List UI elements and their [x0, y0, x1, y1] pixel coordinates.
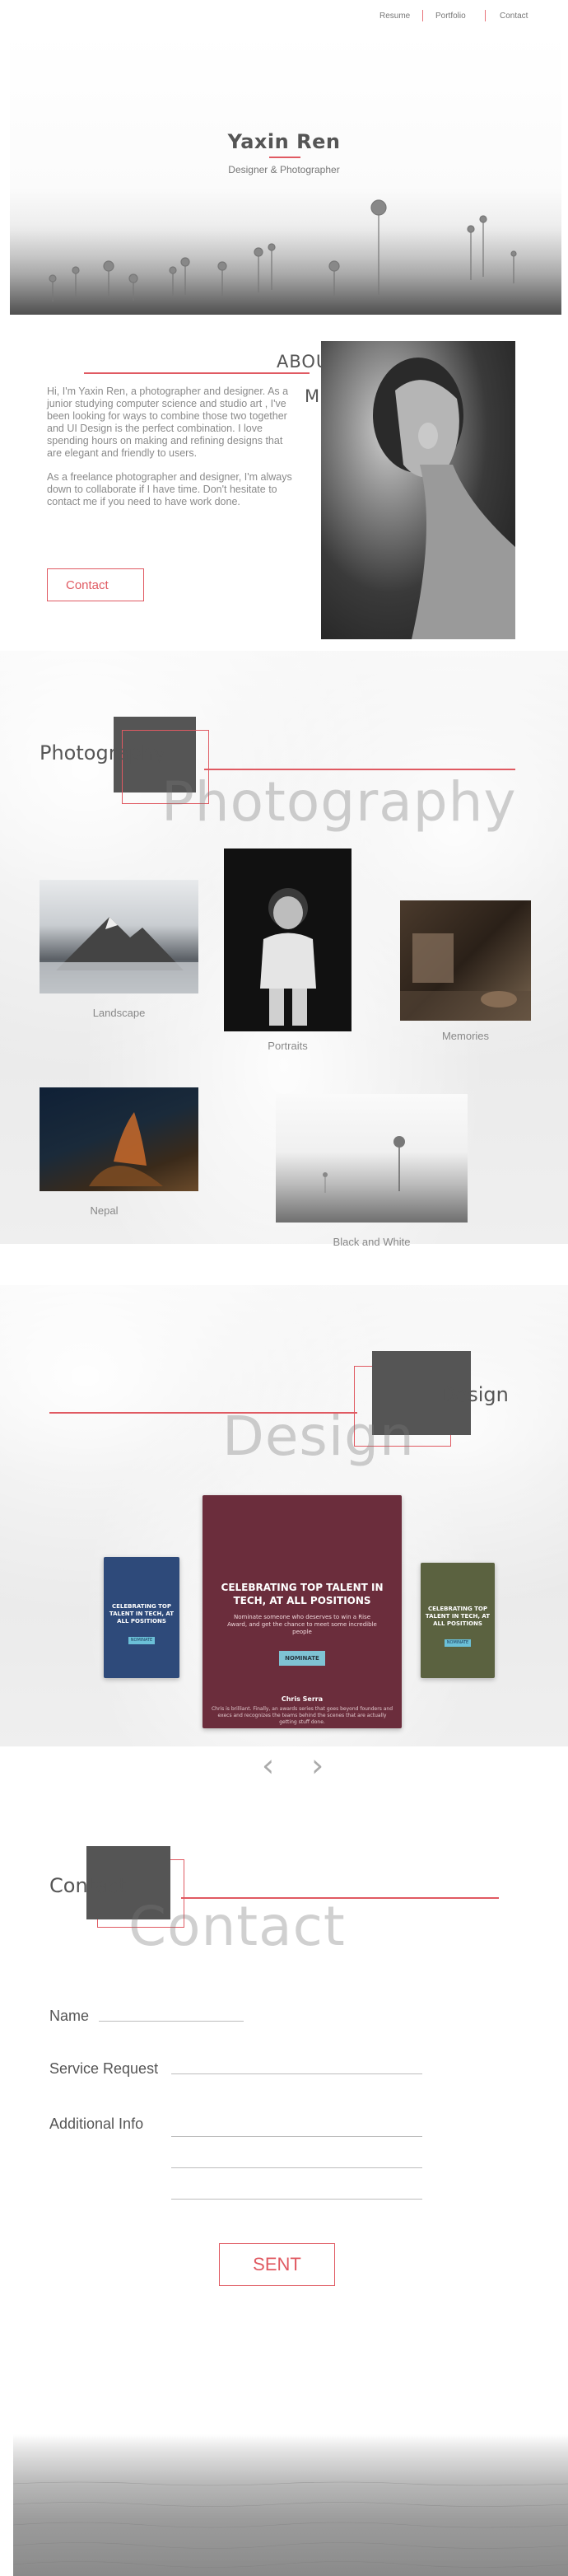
photo-memories[interactable] [400, 900, 531, 1021]
child-portrait-icon [260, 888, 316, 1026]
poster-quote: Chris is brilliant. Finally, an awards s… [211, 1706, 393, 1725]
photography-ghost-label: Photography [161, 770, 517, 834]
send-button[interactable]: SENT [219, 2243, 335, 2286]
additional-info-input[interactable] [171, 2120, 422, 2137]
photography-label: Photography [40, 741, 165, 764]
nav-resume-link[interactable]: Resume [379, 12, 410, 21]
design-ghost-label: Design [222, 1405, 415, 1468]
palm-tree-icon [323, 1136, 405, 1193]
poster-nominate-button: NOMINATE [445, 1639, 471, 1647]
poster-title: CELEBRATING TOP TALENT IN TECH, AT ALL P… [109, 1603, 175, 1625]
additional-info-label: Additional Info [49, 2115, 144, 2132]
poster-nominate-button: NOMINATE [279, 1651, 325, 1666]
design-label: Design [440, 1383, 509, 1406]
about-accent-line [84, 372, 310, 374]
about-paragraph: As a freelance photographer and designer… [47, 471, 292, 507]
poster-nominate-button: NOMINATE [128, 1637, 155, 1644]
nav-divider [485, 10, 486, 21]
carousel-prev-arrow-icon[interactable]: ‹ [262, 1750, 274, 1781]
name-input[interactable] [99, 2005, 244, 2022]
nav-divider [422, 10, 423, 21]
carousel-next-arrow-icon[interactable]: › [311, 1750, 324, 1781]
poster-body: Nominate someone who deserves to win a R… [227, 1614, 377, 1635]
service-request-input[interactable] [171, 2058, 422, 2074]
photo-caption: Portraits [268, 1040, 308, 1052]
photo-caption: Black and White [333, 1236, 411, 1248]
contact-label: Contact [49, 1874, 127, 1897]
poster-center[interactable]: CELEBRATING TOP TALENT IN TECH, AT ALL P… [203, 1495, 402, 1728]
name-label: Name [49, 2008, 90, 2024]
photo-caption: Nepal [90, 1204, 119, 1217]
nav-portfolio-link[interactable]: Portfolio [435, 12, 466, 21]
poster-author: Chris Serra [281, 1695, 324, 1703]
about-text: Hi, I'm Yaxin Ren, a photographer and de… [47, 386, 292, 520]
photo-landscape[interactable] [40, 880, 198, 993]
photo-caption: Landscape [92, 1007, 146, 1019]
photo-nepal[interactable] [40, 1087, 198, 1191]
additional-info-input[interactable] [171, 2152, 422, 2168]
additional-info-input[interactable] [171, 2183, 422, 2200]
mountain-icon [40, 917, 198, 993]
photo-portraits[interactable] [224, 849, 352, 1031]
sea-waves-icon [12, 2481, 568, 2568]
night-fire-icon [89, 1112, 163, 1186]
contact-button[interactable]: Contact [47, 568, 144, 601]
nav-contact-link[interactable]: Contact [500, 12, 528, 21]
poster-title: CELEBRATING TOP TALENT IN TECH, AT ALL P… [221, 1582, 384, 1606]
poster-right[interactable]: CELEBRATING TOP TALENT IN TECH, AT ALL P… [421, 1563, 495, 1678]
hero-underline [269, 157, 300, 158]
interior-scene-icon [400, 933, 531, 1021]
about-paragraph: Hi, I'm Yaxin Ren, a photographer and de… [47, 386, 289, 459]
photo-black-and-white[interactable] [276, 1094, 468, 1223]
poster-title: CELEBRATING TOP TALENT IN TECH, AT ALL P… [425, 1606, 491, 1627]
sea-image [12, 2434, 568, 2576]
portrait-woman-icon [373, 358, 515, 639]
contact-ghost-label: Contact [128, 1895, 346, 1958]
hero-name: Yaxin Ren [227, 130, 341, 153]
service-request-label: Service Request [49, 2060, 159, 2077]
photo-caption: Memories [441, 1030, 490, 1042]
hero-subtitle: Designer & Photographer [228, 164, 340, 175]
poster-left[interactable]: CELEBRATING TOP TALENT IN TECH, AT ALL P… [104, 1557, 179, 1678]
portrait-photo [321, 341, 515, 639]
